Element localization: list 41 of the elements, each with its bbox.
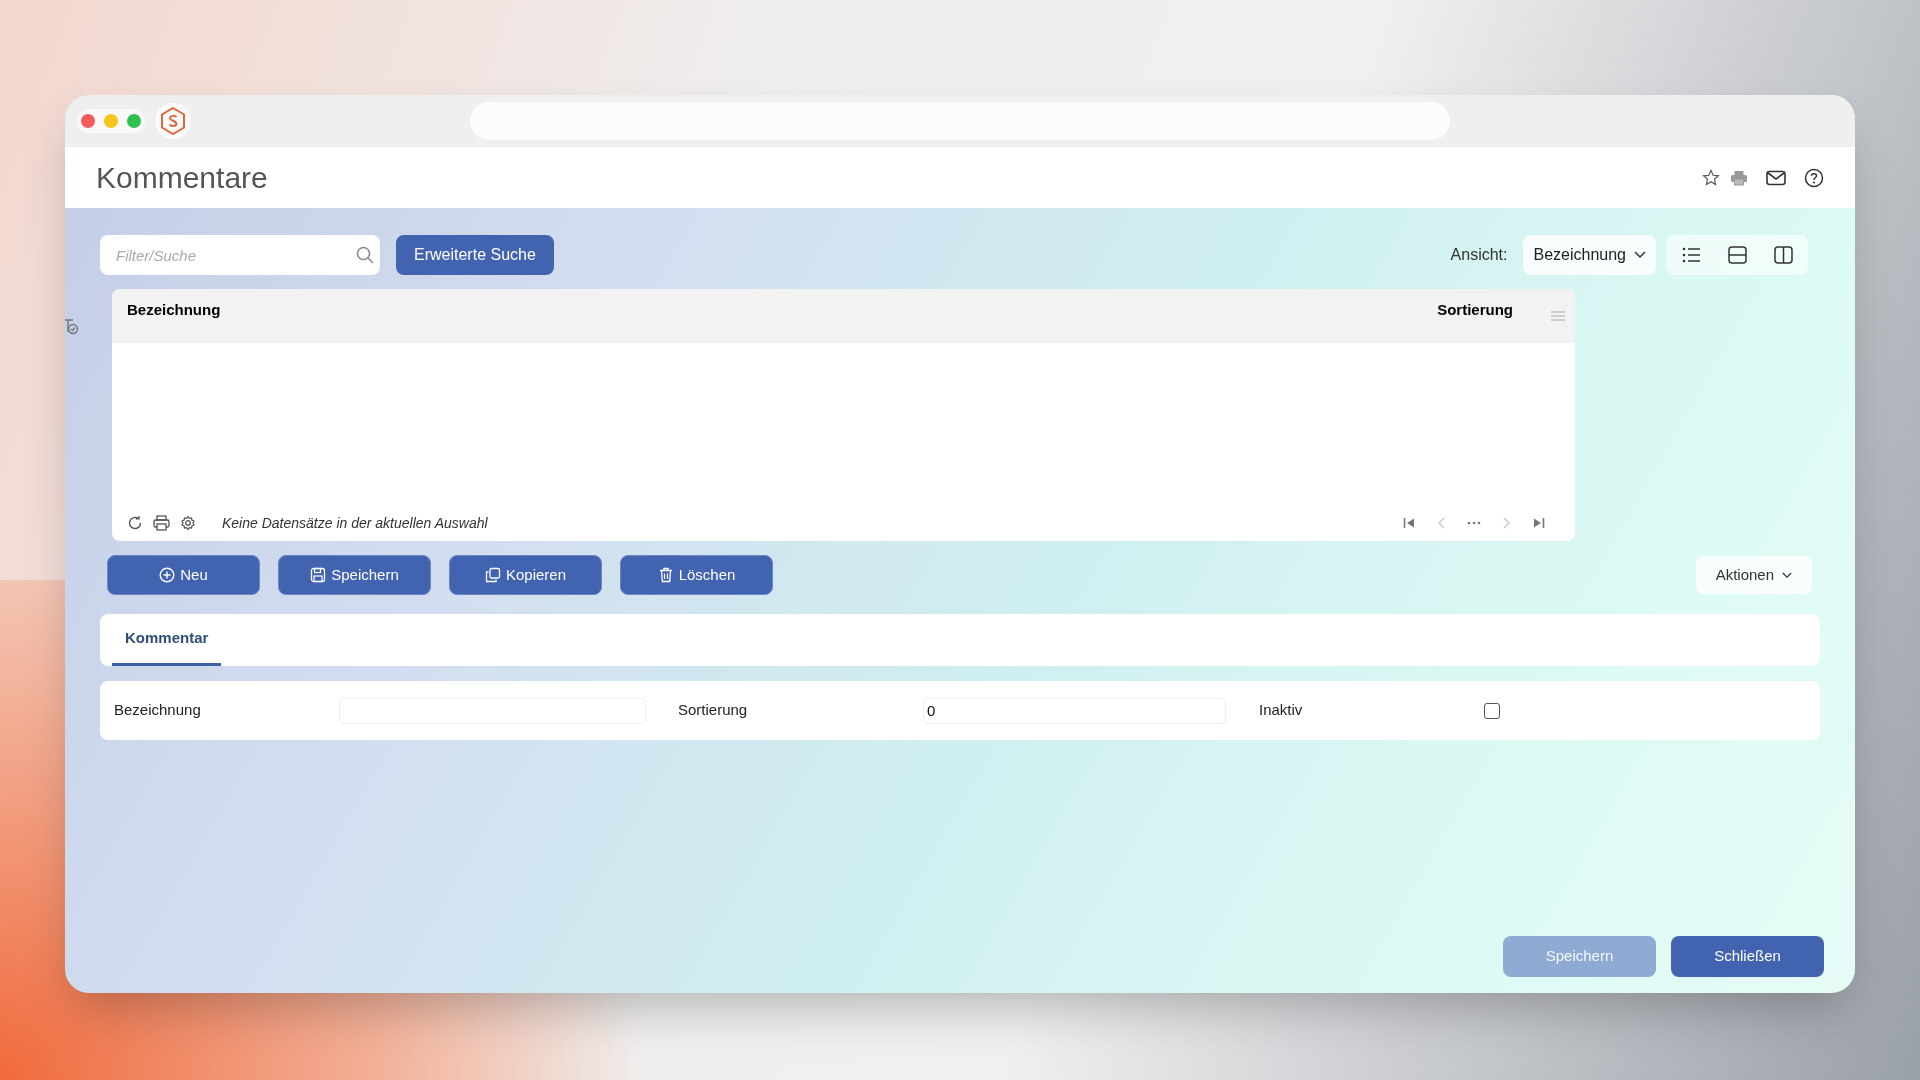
- star-icon[interactable]: [1702, 168, 1720, 187]
- list-view-icon: [1681, 246, 1701, 264]
- column-header[interactable]: Bezeichnung: [127, 299, 221, 322]
- chevron-down-icon: [1782, 571, 1792, 579]
- view-dropdown[interactable]: Bezeichnung: [1523, 235, 1656, 275]
- footer-button[interactable]: Schließen: [1671, 936, 1824, 977]
- tab[interactable]: Kommentar: [112, 614, 222, 666]
- page-title: Kommentare: [96, 160, 268, 196]
- more-pages-icon[interactable]: [1467, 521, 1481, 525]
- actions-dropdown[interactable]: Aktionen: [1695, 556, 1812, 594]
- hexagon-logo-icon: [160, 107, 186, 135]
- first-page-icon[interactable]: [1403, 517, 1415, 529]
- field-label: Sortierung: [678, 700, 749, 721]
- print-icon[interactable]: [153, 515, 170, 531]
- search-icon: [356, 246, 374, 264]
- help-icon[interactable]: [1804, 167, 1824, 188]
- search-field[interactable]: Filter/Suche: [100, 235, 380, 275]
- advanced-search-button[interactable]: Erweiterte Suche: [396, 235, 554, 275]
- trash-icon: [657, 567, 674, 583]
- new-button[interactable]: Neu: [107, 555, 260, 595]
- vertical-split-icon: [1773, 246, 1793, 264]
- text-field[interactable]: 0: [923, 697, 1226, 724]
- column-header[interactable]: Sortierung: [1437, 299, 1513, 322]
- field-label: Inaktiv: [1259, 700, 1304, 721]
- mail-icon[interactable]: [1766, 169, 1786, 186]
- plus-circle-icon: [159, 567, 176, 583]
- copy-icon: [484, 567, 501, 583]
- copy-button[interactable]: Kopieren: [449, 555, 602, 595]
- horizontal-split-icon: [1727, 246, 1747, 264]
- field-label: Bezeichnung: [114, 700, 202, 721]
- print-icon[interactable]: [1730, 168, 1748, 187]
- checkbox[interactable]: [1484, 702, 1500, 719]
- view-label: Ansicht:: [1450, 245, 1508, 265]
- delete-button[interactable]: Löschen: [620, 555, 773, 595]
- save-button[interactable]: Speichern: [278, 555, 431, 595]
- refresh-icon[interactable]: [127, 515, 143, 531]
- last-page-icon[interactable]: [1533, 517, 1545, 529]
- chevron-down-icon: [1634, 251, 1646, 259]
- empty-table-message: Keine Datensätze in der aktuellen Auswahl: [222, 513, 488, 533]
- settings-icon[interactable]: [180, 515, 196, 531]
- side-panel-icon[interactable]: [65, 316, 79, 336]
